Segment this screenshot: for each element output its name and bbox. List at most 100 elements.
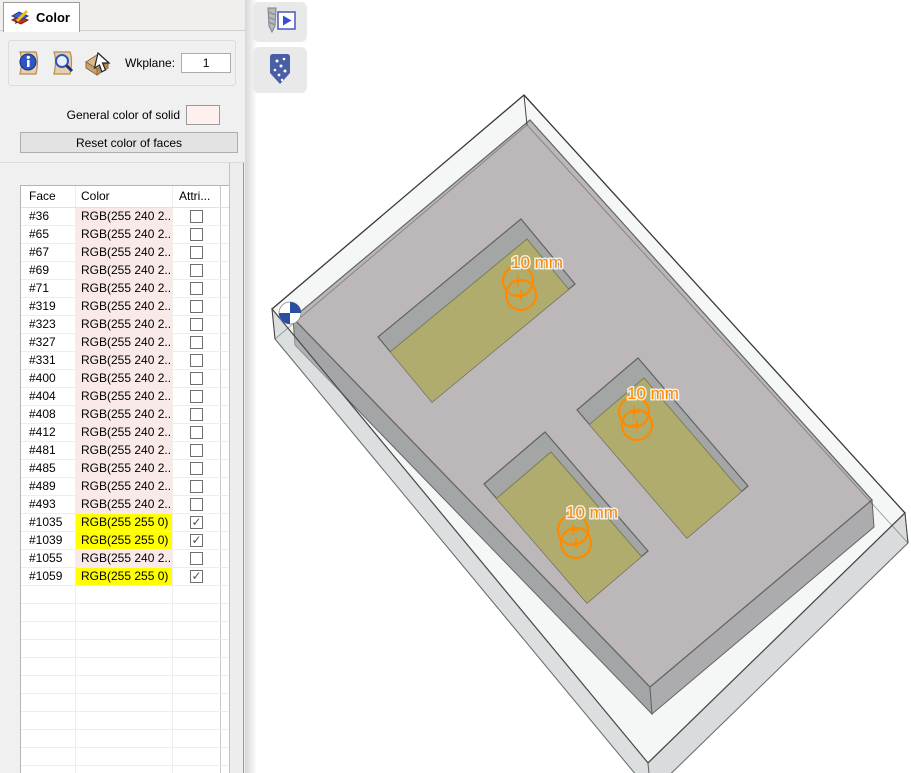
face-id-cell: #400 [21, 370, 76, 387]
face-color-cell: RGB(255 240 2... [76, 496, 173, 513]
empty-row [21, 730, 229, 748]
empty-row [21, 766, 229, 773]
milling-tool-button[interactable] [253, 47, 307, 93]
tool-shape-icon [263, 51, 297, 89]
attribute-checkbox[interactable] [190, 246, 203, 259]
table-row[interactable]: #489RGB(255 240 2... [21, 478, 229, 496]
wkplane-label: Wkplane: [125, 56, 175, 70]
table-row[interactable]: #400RGB(255 240 2... [21, 370, 229, 388]
table-row[interactable]: #327RGB(255 240 2... [21, 334, 229, 352]
face-color-cell: RGB(255 255 0) [76, 568, 173, 585]
table-row[interactable]: #71RGB(255 240 2... [21, 280, 229, 298]
tab-color[interactable]: Color [3, 2, 80, 32]
attribute-checkbox[interactable] [190, 282, 203, 295]
attribute-checkbox[interactable] [190, 462, 203, 475]
attribute-checkbox[interactable] [190, 300, 203, 313]
origin-marker [279, 302, 301, 324]
attribute-checkbox[interactable] [190, 318, 203, 331]
table-row[interactable]: #481RGB(255 240 2... [21, 442, 229, 460]
wkplane-input[interactable] [181, 53, 231, 73]
table-row[interactable]: #323RGB(255 240 2... [21, 316, 229, 334]
face-color-cell: RGB(255 240 2... [76, 334, 173, 351]
attribute-checkbox[interactable] [190, 228, 203, 241]
face-info-button[interactable] [15, 48, 43, 78]
dimension-label: 10 mm [627, 384, 679, 403]
table-row[interactable]: #69RGB(255 240 2... [21, 262, 229, 280]
table-row[interactable]: #485RGB(255 240 2... [21, 460, 229, 478]
table-row[interactable]: #404RGB(255 240 2... [21, 388, 229, 406]
face-id-cell: #489 [21, 478, 76, 495]
general-color-label: General color of solid [67, 108, 180, 122]
attribute-checkbox[interactable] [190, 210, 203, 223]
table-row[interactable]: #412RGB(255 240 2... [21, 424, 229, 442]
attribute-checkbox[interactable]: ✓ [190, 534, 203, 547]
table-row[interactable]: #65RGB(255 240 2... [21, 226, 229, 244]
face-id-cell: #319 [21, 298, 76, 315]
face-color-cell: RGB(255 255 0) [76, 514, 173, 531]
attribute-checkbox[interactable] [190, 336, 203, 349]
face-color-cell: RGB(255 240 2... [76, 406, 173, 423]
attribute-checkbox[interactable] [190, 372, 203, 385]
table-row[interactable]: #67RGB(255 240 2... [21, 244, 229, 262]
face-id-cell: #327 [21, 334, 76, 351]
attribute-checkbox[interactable] [190, 480, 203, 493]
face-pick-button[interactable] [83, 48, 111, 78]
attribute-checkbox[interactable] [190, 264, 203, 277]
face-color-cell: RGB(255 240 2... [76, 226, 173, 243]
table-row[interactable]: #1039RGB(255 255 0) ✓ [21, 532, 229, 550]
face-id-cell: #36 [21, 208, 76, 225]
color-palette-icon [10, 9, 30, 26]
table-row[interactable]: #36RGB(255 240 2... [21, 208, 229, 226]
attribute-checkbox[interactable] [190, 408, 203, 421]
face-color-cell: RGB(255 255 0) [76, 532, 173, 549]
reset-faces-button[interactable]: Reset color of faces [20, 132, 238, 153]
face-id-cell: #408 [21, 406, 76, 423]
general-color-swatch[interactable] [186, 105, 220, 125]
panel-divider [0, 162, 245, 163]
table-row[interactable]: #1059RGB(255 255 0)✓ [21, 568, 229, 586]
face-id-cell: #71 [21, 280, 76, 297]
table-body: #36RGB(255 240 2...#65RGB(255 240 2...#6… [21, 208, 229, 773]
face-color-table: Face Color Attri... #36RGB(255 240 2...#… [20, 185, 229, 773]
attribute-checkbox[interactable]: ✓ [190, 570, 203, 583]
face-color-cell: RGB(255 240 2... [76, 352, 173, 369]
face-id-cell: #331 [21, 352, 76, 369]
table-header: Face Color Attri... [21, 186, 229, 208]
panel-shadow [245, 0, 257, 773]
table-row[interactable]: #1055RGB(255 240 2... [21, 550, 229, 568]
run-simulation-button[interactable] [253, 2, 307, 42]
table-row[interactable]: #408RGB(255 240 2... [21, 406, 229, 424]
table-scrollbar[interactable] [229, 163, 244, 773]
empty-row [21, 622, 229, 640]
face-id-cell: #69 [21, 262, 76, 279]
face-color-cell: RGB(255 240 2... [76, 280, 173, 297]
face-color-cell: RGB(255 240 2... [76, 442, 173, 459]
face-color-cell: RGB(255 240 2... [76, 370, 173, 387]
col-attri[interactable]: Attri... [173, 186, 221, 207]
attribute-checkbox[interactable]: ✓ [190, 516, 203, 529]
face-color-cell: RGB(255 240 2... [76, 550, 173, 567]
attribute-checkbox[interactable] [190, 426, 203, 439]
col-color[interactable]: Color [76, 186, 173, 207]
table-row[interactable]: #331RGB(255 240 2... [21, 352, 229, 370]
attribute-checkbox[interactable] [190, 498, 203, 511]
face-inspect-button[interactable] [49, 48, 77, 78]
face-color-cell: RGB(255 240 2... [76, 316, 173, 333]
table-row[interactable]: #493RGB(255 240 2... [21, 496, 229, 514]
face-id-cell: #67 [21, 244, 76, 261]
empty-row [21, 658, 229, 676]
table-row[interactable]: #1035RGB(255 255 0)✓ [21, 514, 229, 532]
attribute-checkbox[interactable] [190, 354, 203, 367]
face-id-cell: #1039 [21, 532, 76, 549]
attribute-checkbox[interactable] [190, 444, 203, 457]
face-color-cell: RGB(255 240 2... [76, 298, 173, 315]
face-color-cell: RGB(255 240 2... [76, 460, 173, 477]
attribute-checkbox[interactable] [190, 552, 203, 565]
table-row[interactable]: #319RGB(255 240 2... [21, 298, 229, 316]
color-panel: Color Wkplane: [0, 0, 245, 773]
attribute-checkbox[interactable] [190, 390, 203, 403]
face-id-cell: #1055 [21, 550, 76, 567]
empty-row [21, 694, 229, 712]
face-color-cell: RGB(255 240 2... [76, 424, 173, 441]
col-face[interactable]: Face [21, 186, 76, 207]
